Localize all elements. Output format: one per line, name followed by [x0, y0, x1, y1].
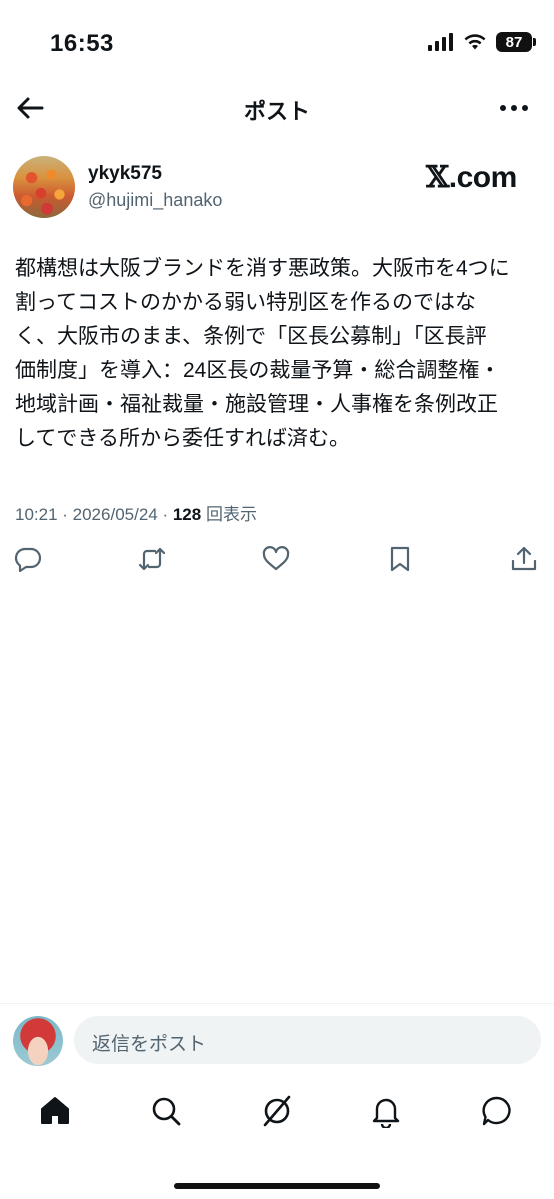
post-text-line: 地域計画・福祉裁量・施設管理・人事権を条例改正 [15, 393, 498, 416]
signal-icon [428, 33, 453, 51]
home-icon[interactable] [38, 1094, 72, 1128]
views-label: 回表示 [201, 505, 257, 524]
author-avatar[interactable] [13, 156, 75, 218]
status-bar: 16:53 87 [0, 0, 554, 80]
grok-icon[interactable] [260, 1094, 294, 1128]
post-meta: 10:21 · 2026/05/24 · 128 回表示 [15, 500, 257, 525]
share-icon[interactable] [509, 544, 539, 574]
post-detail-screen: 16:53 87 ポスト ykyk575 @hujimi_hanako 𝕏.co… [0, 0, 554, 1199]
bookmark-icon[interactable] [385, 544, 415, 574]
x-com-logo-text: .com [448, 161, 518, 194]
battery-level: 87 [505, 33, 523, 51]
repost-icon[interactable] [137, 544, 167, 574]
wifi-icon [464, 34, 486, 50]
author-handle[interactable]: @hujimi_hanako [88, 190, 222, 211]
more-icon[interactable] [498, 92, 530, 124]
post-text-line: 都構想は大阪ブランドを消す悪政策。大阪市を4つに [15, 257, 510, 280]
reply-icon[interactable] [13, 544, 43, 574]
x-logo-icon: 𝕏 [426, 160, 449, 195]
post-text-line: 価制度」を導入：24区長の裁量予算・総合調整権・ [15, 359, 501, 382]
like-icon[interactable] [261, 544, 291, 574]
my-avatar[interactable] [13, 1016, 63, 1066]
views-count[interactable]: 128 [173, 505, 201, 524]
page-title: ポスト [243, 99, 310, 124]
post-actions [0, 540, 554, 580]
top-nav: ポスト [0, 80, 554, 136]
bottom-tab-bar [0, 1090, 554, 1140]
divider [0, 1003, 554, 1004]
reply-input[interactable]: 返信をポスト [74, 1016, 541, 1064]
status-time: 16:53 [50, 30, 114, 57]
notifications-icon[interactable] [369, 1094, 403, 1128]
post-text-line: してできる所から委任すれば済む。 [15, 427, 350, 450]
messages-icon[interactable] [480, 1094, 514, 1128]
author-display-name[interactable]: ykyk575 [88, 163, 162, 185]
post-text: 都構想は大阪ブランドを消す悪政策。大阪市を4つに 割ってコストのかかる弱い特別区… [15, 252, 543, 456]
post-timestamp: 10:21 · 2026/05/24 · [15, 505, 173, 524]
x-com-logo: 𝕏.com [426, 160, 517, 195]
battery-icon: 87 [496, 32, 536, 52]
post-text-line: 割ってコストのかかる弱い特別区を作るのではな [15, 291, 476, 314]
home-indicator [174, 1183, 380, 1189]
post-text-line: く、大阪市のまま、条例で「区長公募制」「区長評 [15, 325, 487, 348]
search-icon[interactable] [149, 1094, 183, 1128]
battery-tip [533, 38, 536, 46]
status-icons: 87 [428, 32, 536, 52]
